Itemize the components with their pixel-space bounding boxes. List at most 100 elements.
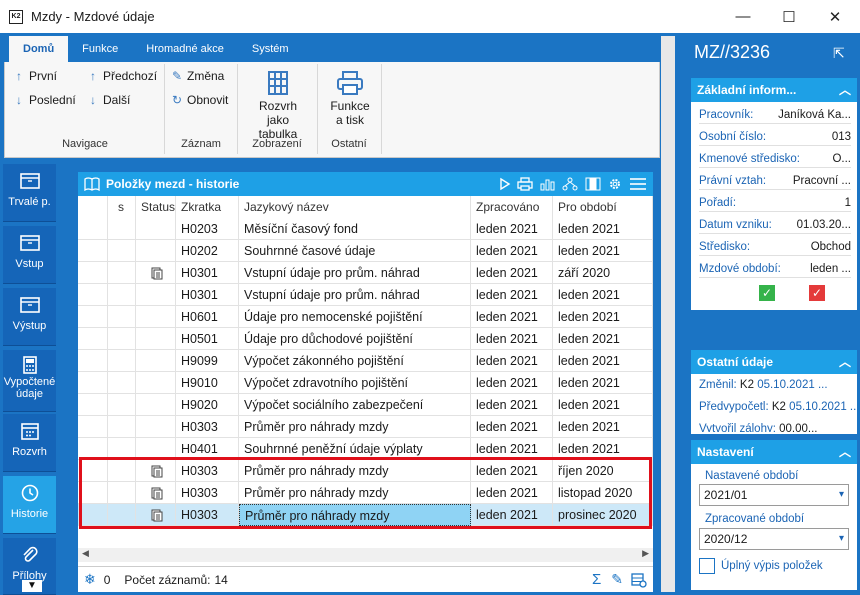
scroll-left-icon[interactable]: ◀ bbox=[82, 548, 89, 559]
printer-icon[interactable] bbox=[517, 177, 533, 191]
nav-historie[interactable]: Historie bbox=[3, 476, 56, 534]
nav-trvale[interactable]: Trvalé p. bbox=[3, 164, 56, 222]
scroll-right-icon[interactable]: ▶ bbox=[642, 548, 649, 559]
basic-info-title: Základní inform... bbox=[697, 83, 797, 97]
settings-header[interactable]: Nastavení ︿ bbox=[691, 440, 857, 464]
minimize-button[interactable]: — bbox=[720, 0, 766, 33]
maximize-button[interactable]: ☐ bbox=[766, 0, 812, 33]
table-row[interactable]: H0202 Souhrnné časové údaje leden 2021 lede… bbox=[78, 240, 653, 262]
period-cell: listopad 2020 bbox=[553, 482, 653, 504]
full-list-option[interactable]: Úplný výpis položek bbox=[699, 558, 857, 574]
gear-icon[interactable] bbox=[607, 177, 623, 191]
field-label: Osobní číslo: bbox=[699, 131, 767, 143]
status-cell bbox=[136, 262, 176, 284]
last-label: Poslední bbox=[29, 93, 76, 107]
chevron-down-icon[interactable]: ▾ bbox=[839, 529, 844, 549]
vertical-scrollbar[interactable] bbox=[661, 36, 675, 592]
table-settings-icon[interactable] bbox=[631, 572, 647, 588]
next-button[interactable]: ↓ Další bbox=[86, 93, 130, 107]
nav-vstup[interactable]: Vstup bbox=[3, 226, 56, 284]
table-row[interactable]: H0301 Vstupní údaje pro prům. náhrad leden… bbox=[78, 262, 653, 284]
precalc-date[interactable]: 05.10.2021 ... bbox=[789, 401, 857, 413]
period-cell: leden 2021 bbox=[553, 350, 653, 372]
name-cell: Výpočet zákonného pojištění bbox=[239, 350, 471, 372]
code-cell: H0303 bbox=[176, 416, 239, 438]
column-header-nazev[interactable]: Jazykový název bbox=[239, 196, 471, 218]
snowflake-icon[interactable]: ❄ bbox=[84, 571, 96, 588]
period-cell: leden 2021 bbox=[553, 416, 653, 438]
table-row[interactable]: H0501 Údaje pro důchodové pojištění leden … bbox=[78, 328, 653, 350]
column-header-status[interactable]: Status bbox=[136, 196, 176, 218]
functions-print-button[interactable]: Funkce a tisk bbox=[320, 70, 380, 127]
basic-info-header[interactable]: Základní inform... ︿ bbox=[691, 78, 857, 102]
table-header: s Status Zkratka Jazykový název Zpracová… bbox=[78, 196, 653, 218]
proc-period-select[interactable]: 2020/12 ▾ bbox=[699, 528, 849, 550]
nav-vystup[interactable]: Výstup bbox=[3, 288, 56, 346]
chevron-down-icon[interactable]: ▾ bbox=[839, 485, 844, 505]
period-cell: leden 2021 bbox=[553, 394, 653, 416]
chevron-up-icon[interactable]: ︿ bbox=[839, 78, 851, 102]
scroll-down-icon[interactable]: ▼ bbox=[22, 580, 42, 592]
confirm-check-icon[interactable]: ✓ bbox=[759, 285, 775, 301]
menu-icon[interactable] bbox=[629, 177, 647, 191]
name-cell: Údaje pro nemocenské pojištění bbox=[239, 306, 471, 328]
tab-domu[interactable]: Domů bbox=[9, 36, 69, 62]
table-row[interactable]: H0601 Údaje pro nemocenské pojištění leden… bbox=[78, 306, 653, 328]
period-cell: leden 2021 bbox=[553, 328, 653, 350]
field-underline bbox=[699, 145, 851, 146]
app-logo: K2 bbox=[9, 9, 23, 24]
change-button[interactable]: ✎ Změna bbox=[170, 69, 224, 83]
chevron-up-icon[interactable]: ︿ bbox=[839, 350, 851, 374]
period-cell: leden 2021 bbox=[553, 284, 653, 306]
refresh-button[interactable]: ↻ Obnovit bbox=[170, 93, 228, 107]
other-info-section: Ostatní údaje ︿ Změnil: K2 05.10.2021 ...… bbox=[691, 350, 857, 434]
set-period-select[interactable]: 2021/01 ▾ bbox=[699, 484, 849, 506]
other-info-header[interactable]: Ostatní údaje ︿ bbox=[691, 350, 857, 374]
reject-check-icon[interactable]: ✓ bbox=[809, 285, 825, 301]
tab-system[interactable]: Systém bbox=[238, 36, 303, 62]
tab-hromadne-akce[interactable]: Hromadné akce bbox=[132, 36, 238, 62]
table-row[interactable]: H0303 Průměr pro náhrady mzdy leden 2021 pr… bbox=[78, 504, 653, 526]
play-icon[interactable] bbox=[499, 177, 511, 191]
s-cell bbox=[108, 372, 136, 394]
status-cell bbox=[136, 504, 176, 526]
column-header-zpracovano[interactable]: Zpracováno bbox=[471, 196, 553, 218]
column-header-obdobi[interactable]: Pro období bbox=[553, 196, 653, 218]
table-row[interactable]: H0303 Průměr pro náhrady mzdy leden 2021 le… bbox=[78, 416, 653, 438]
table-row[interactable]: H0301 Vstupní údaje pro prům. náhrad leden… bbox=[78, 284, 653, 306]
schedule-table-button[interactable]: Rozvrh jako tabulka bbox=[242, 70, 314, 141]
chevron-up-icon[interactable]: ︿ bbox=[839, 440, 851, 464]
horizontal-scrollbar[interactable]: ◀ ▶ bbox=[78, 548, 653, 562]
bar-chart-icon[interactable] bbox=[539, 177, 555, 191]
table-row[interactable]: H9020 Výpočet sociálního zabezpečení leden… bbox=[78, 394, 653, 416]
precalc-user: K2 bbox=[771, 401, 786, 413]
pencil-icon[interactable]: ✎ bbox=[611, 571, 623, 588]
table-row[interactable]: H0401 Souhrnné peněžní údaje výplaty leden… bbox=[78, 438, 653, 460]
s-cell bbox=[108, 394, 136, 416]
nav-rozvrh[interactable]: Rozvrh bbox=[3, 414, 56, 472]
table-row[interactable]: H0303 Průměr pro náhrady mzdy leden 2021 ří… bbox=[78, 460, 653, 482]
full-list-checkbox[interactable] bbox=[699, 558, 715, 574]
table-row[interactable]: H9099 Výpočet zákonného pojištění leden 20… bbox=[78, 350, 653, 372]
hierarchy-icon[interactable] bbox=[561, 177, 579, 191]
column-header-s[interactable]: s bbox=[108, 196, 136, 218]
table-row[interactable]: H9010 Výpočet zdravotního pojištění leden … bbox=[78, 372, 653, 394]
close-button[interactable]: ✕ bbox=[812, 0, 858, 33]
info-field-row: Pořadí: 1 bbox=[691, 192, 857, 214]
column-header-zkratka[interactable]: Zkratka bbox=[176, 196, 239, 218]
group-divider bbox=[381, 64, 382, 154]
tab-funkce[interactable]: Funkce bbox=[68, 36, 132, 62]
nav-vypoctene[interactable]: Vypočtené údaje bbox=[3, 350, 56, 412]
sum-icon[interactable]: Σ bbox=[592, 571, 601, 588]
code-cell: H9010 bbox=[176, 372, 239, 394]
changed-by-date[interactable]: 05.10.2021 ... bbox=[757, 379, 827, 391]
table-row[interactable]: H0303 Průměr pro náhrady mzdy leden 2021 li… bbox=[78, 482, 653, 504]
previous-button[interactable]: ↑ Předchozí bbox=[86, 69, 157, 83]
open-external-icon[interactable]: ⇱ bbox=[833, 45, 845, 62]
columns-icon[interactable] bbox=[585, 177, 601, 191]
s-cell bbox=[108, 240, 136, 262]
table-row[interactable]: H0203 Měsíční časový fond leden 2021 leden … bbox=[78, 218, 653, 240]
first-button[interactable]: ↑ První bbox=[12, 69, 57, 83]
set-period-value: 2021/01 bbox=[704, 488, 748, 502]
last-button[interactable]: ↓ Poslední bbox=[12, 93, 76, 107]
